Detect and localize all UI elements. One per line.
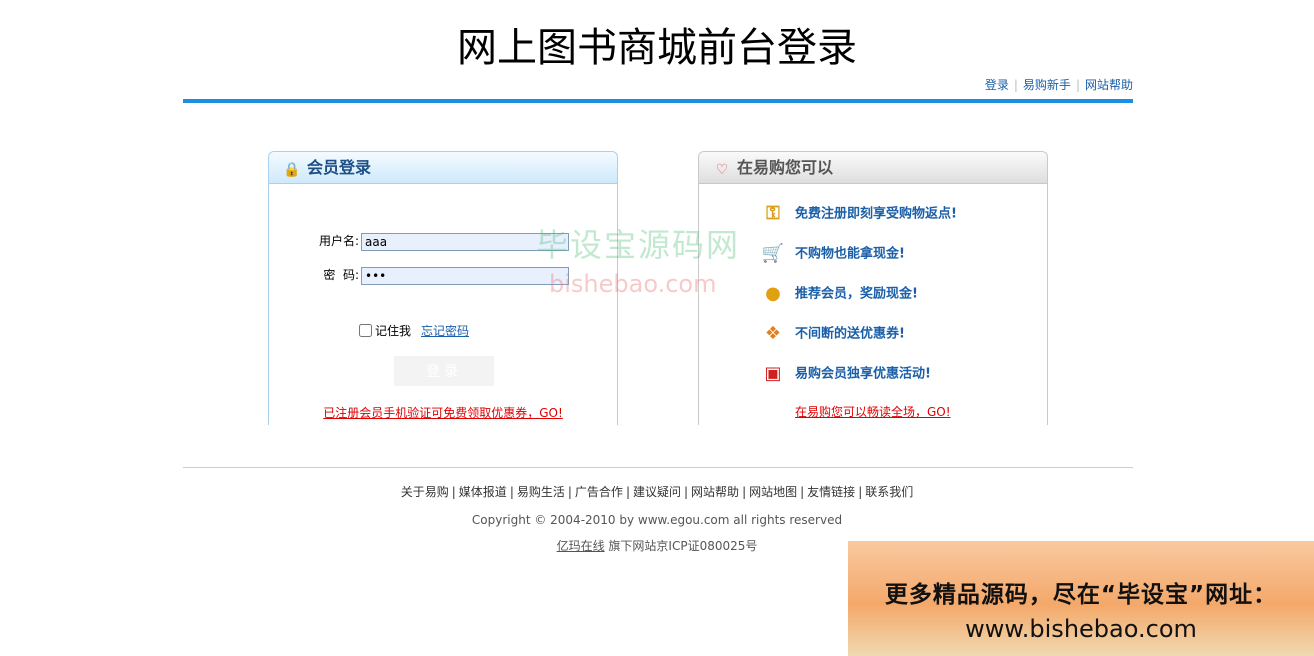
benefits-panel-header: ♡ 在易购您可以	[699, 152, 1047, 184]
header-divider-bar	[183, 99, 1133, 103]
remember-label: 记住我	[375, 324, 412, 338]
heart-icon: ♡	[715, 162, 729, 178]
divider: |	[742, 485, 747, 499]
footer-link[interactable]: 网站帮助	[691, 485, 739, 499]
footer-link[interactable]: 联系我们	[865, 485, 913, 499]
watermark-cn: 毕设宝源码网	[536, 226, 741, 264]
benefits-panel: ♡ 在易购您可以 ⚿ 免费注册即刻享受购物返点! 🛒 不购物也能拿现金! ● 推荐会员，…	[698, 151, 1048, 425]
lock-icon: 🔒	[283, 162, 301, 178]
divider: |	[800, 485, 805, 499]
icp-company-link[interactable]: 亿玛在线	[557, 539, 605, 553]
footer-link[interactable]: 友情链接	[807, 485, 855, 499]
footer-link[interactable]: 关于易购	[401, 485, 449, 499]
footer-divider	[183, 467, 1133, 468]
benefit-text: 不购物也能拿现金!	[795, 246, 905, 262]
list-item: ● 推荐会员，奖励现金!	[761, 282, 957, 322]
key-icon: ⚿	[766, 203, 780, 224]
divider: |	[567, 485, 572, 499]
footer-link[interactable]: 建议疑问	[633, 485, 681, 499]
divider: |	[625, 485, 630, 499]
divider: |	[1013, 78, 1018, 92]
benefit-text: 推荐会员，奖励现金!	[795, 286, 918, 302]
login-panel-header: 🔒 会员登录	[269, 152, 617, 184]
login-heading: 会员登录	[307, 158, 372, 177]
watermark-en: bishebao.com	[549, 270, 717, 298]
benefit-text: 不间断的送优惠券!	[795, 326, 905, 342]
list-item: ❖ 不间断的送优惠券!	[761, 322, 957, 362]
benefit-text: 易购会员独享优惠活动!	[795, 366, 931, 382]
ad-line-2: www.bishebao.com	[965, 615, 1197, 643]
gift-icon: ❖	[764, 323, 782, 344]
benefit-text: 免费注册即刻享受购物返点!	[795, 206, 957, 222]
password-row: 密 码:	[311, 266, 569, 285]
list-item: ▣ 易购会员独享优惠活动!	[761, 362, 957, 402]
benefit-list: ⚿ 免费注册即刻享受购物返点! 🛒 不购物也能拿现金! ● 推荐会员，奖励现金! ❖ 不…	[761, 202, 957, 402]
remember-row: 记住我 忘记密码	[359, 322, 469, 339]
top-nav: 登录 | 易购新手 | 网站帮助	[985, 76, 1133, 93]
footer-link[interactable]: 易购生活	[517, 485, 565, 499]
benefits-go-link[interactable]: 在易购您可以畅读全场，GO!	[795, 403, 951, 420]
top-link-login[interactable]: 登录	[985, 78, 1009, 92]
login-button[interactable]: 登录	[394, 356, 494, 386]
divider: |	[858, 485, 863, 499]
remember-checkbox[interactable]	[359, 324, 372, 337]
password-input[interactable]	[361, 266, 569, 285]
forgot-password-link[interactable]: 忘记密码	[421, 324, 469, 338]
divider: |	[684, 485, 689, 499]
top-link-help[interactable]: 网站帮助	[1085, 78, 1133, 92]
promo-link[interactable]: 已注册会员手机验证可免费领取优惠券，GO!	[269, 404, 617, 421]
dice-icon: ▣	[764, 363, 782, 384]
divider: |	[451, 485, 456, 499]
top-link-newbie[interactable]: 易购新手	[1023, 78, 1071, 92]
footer-link[interactable]: 媒体报道	[459, 485, 507, 499]
footer-link[interactable]: 网站地图	[749, 485, 797, 499]
page-title: 网上图书商城前台登录	[457, 25, 857, 71]
username-row: 用户名:	[311, 232, 569, 251]
footer-link[interactable]: 广告合作	[575, 485, 623, 499]
username-label: 用户名:	[318, 234, 359, 248]
copyright-text: Copyright © 2004-2010 by www.egou.com al…	[471, 513, 843, 527]
password-label: 密 码:	[323, 268, 359, 282]
footer-nav: 关于易购 | 媒体报道 | 易购生活 | 广告合作 | 建议疑问 | 网站帮助 | 网站地图 | 友情链接 |…	[0, 483, 1314, 500]
ad-banner[interactable]: 更多精品源码，尽在“毕设宝”网址： www.bishebao.com	[848, 541, 1314, 656]
ad-line-1: 更多精品源码，尽在“毕设宝”网址：	[884, 582, 1278, 608]
list-item: 🛒 不购物也能拿现金!	[761, 242, 957, 282]
list-item: ⚿ 免费注册即刻享受购物返点!	[761, 202, 957, 242]
cart-icon: 🛒	[761, 243, 785, 264]
icp-text: 旗下网站京ICP证080025号	[604, 539, 758, 553]
divider: |	[1075, 78, 1080, 92]
benefits-heading: 在易购您可以	[737, 158, 834, 177]
divider: |	[509, 485, 514, 499]
coins-icon: ●	[765, 283, 781, 304]
